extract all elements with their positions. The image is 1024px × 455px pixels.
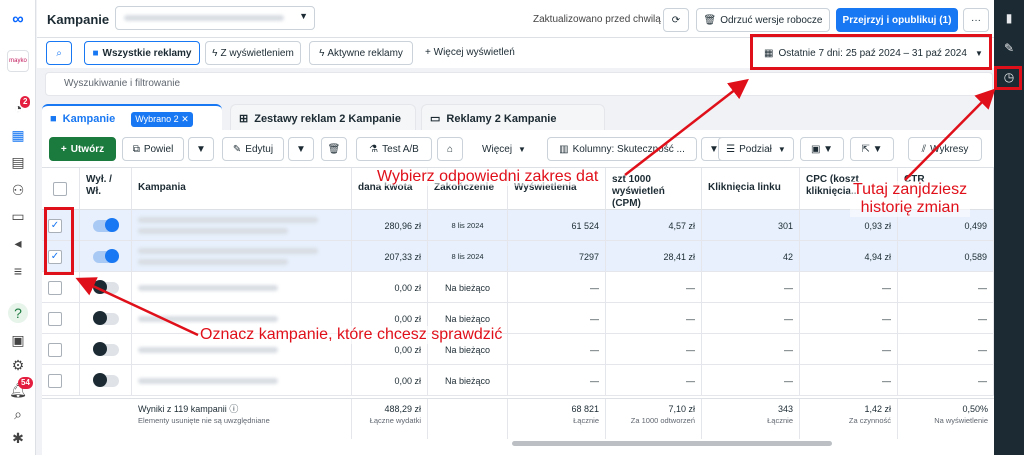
- arrow-to-checkbox: [75, 277, 199, 337]
- annotation-arrows: [75, 78, 996, 337]
- annotation-date: Wybierz odpowiedni zakres dat: [377, 168, 599, 186]
- arrow-to-history: [904, 88, 996, 181]
- annotation-check: Oznacz kampanie, które chcesz sprawdzić: [200, 326, 503, 344]
- arrow-to-date: [624, 78, 749, 176]
- annotation-history: Tutaj zanjdziesz historię zmian: [850, 181, 970, 217]
